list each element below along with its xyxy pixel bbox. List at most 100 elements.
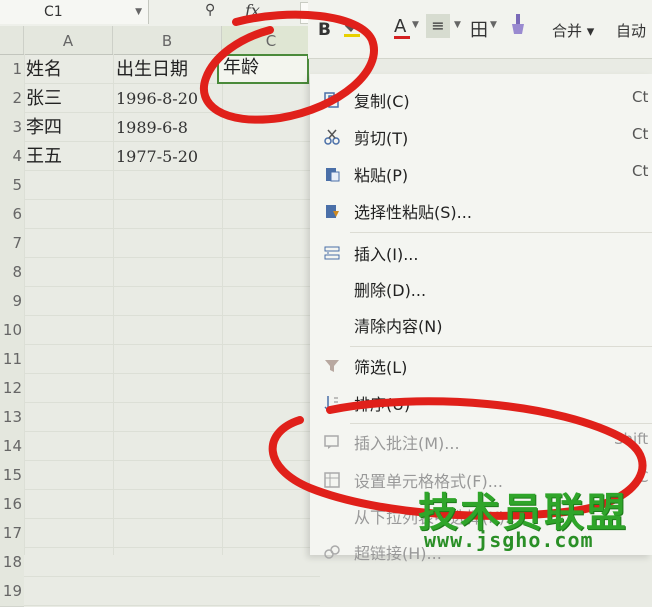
menu-item-paste-special[interactable]: 选择性粘贴(S)... [310, 193, 652, 229]
grid-line [24, 402, 320, 403]
row-header-10[interactable]: 10 [0, 316, 24, 346]
cell-b3[interactable]: 1989-6-8 [116, 114, 220, 142]
menu-item-label: 选择性粘贴(S)... [354, 203, 472, 222]
copy-icon [324, 92, 340, 108]
row-header-7[interactable]: 7 [0, 229, 24, 259]
menu-item-copy[interactable]: 复制(C) Ct [310, 82, 652, 118]
menu-item-shortcut: C [638, 468, 649, 486]
auto-wrap-button[interactable]: 自动 [616, 20, 646, 41]
menu-item-shortcut: Ct [632, 88, 649, 106]
filter-icon [324, 358, 340, 374]
grid-line [24, 489, 320, 490]
bold-button[interactable]: B [318, 20, 331, 40]
menu-item-clear-contents[interactable]: 清除内容(N) [310, 307, 652, 343]
menu-item-delete[interactable]: 删除(D)... [310, 271, 652, 307]
menu-item-insert-comment[interactable]: 插入批注(M)... Shift [310, 424, 652, 460]
grid-line [24, 518, 320, 519]
menu-item-label: 复制(C) [354, 92, 410, 111]
grid-line [24, 199, 320, 200]
cell-c1[interactable]: 年龄 [217, 54, 309, 84]
row-header-3[interactable]: 3 [0, 113, 24, 143]
row-header-1[interactable]: 1 [0, 55, 24, 85]
comment-icon [324, 434, 340, 450]
menu-separator [350, 232, 652, 233]
format-painter-icon[interactable] [510, 14, 526, 36]
menu-item-insert[interactable]: 插入(I)... [310, 235, 652, 271]
row-header-14[interactable]: 14 [0, 432, 24, 462]
align-center-icon[interactable]: ≡ [426, 14, 450, 38]
chevron-down-icon[interactable]: ▼ [490, 20, 497, 30]
cell-b2[interactable]: 1996-8-20 [116, 85, 220, 113]
name-box-dropdown-icon[interactable]: ▼ [135, 0, 142, 24]
cell-a4[interactable]: 王五 [26, 143, 112, 171]
grid-line [24, 431, 320, 432]
menu-item-label: 排序(U) [354, 395, 411, 414]
grid-line [24, 286, 320, 287]
row-header-18[interactable]: 18 [0, 548, 24, 578]
row-header-13[interactable]: 13 [0, 403, 24, 433]
row-header-2[interactable]: 2 [0, 84, 24, 114]
menu-item-label: 插入(I)... [354, 245, 419, 264]
grid-line [222, 54, 223, 555]
row-header-8[interactable]: 8 [0, 258, 24, 288]
row-header-11[interactable]: 11 [0, 345, 24, 375]
row-header-19[interactable]: 19 [0, 577, 24, 607]
menu-item-label: 删除(D)... [354, 281, 427, 300]
row-header-9[interactable]: 9 [0, 287, 24, 317]
cell-a3[interactable]: 李四 [26, 114, 112, 142]
font-color-button[interactable]: A [394, 16, 406, 37]
name-box-value: C1 [44, 4, 63, 20]
merge-button[interactable]: 合并 ▾ [552, 20, 594, 41]
row-header-17[interactable]: 17 [0, 519, 24, 549]
row-header-15[interactable]: 15 [0, 461, 24, 491]
menu-item-cut[interactable]: 剪切(T) Ct [310, 119, 652, 155]
grid-line [24, 547, 320, 548]
link-icon [324, 544, 340, 560]
ribbon-toolbar: B A ▼ ≡ ▼ 田 ▼ 合并 ▾ 自动 [308, 0, 652, 59]
zoom-icon[interactable]: ⚲ [205, 2, 215, 18]
menu-item-shortcut: Ct [632, 125, 649, 143]
cell-b4[interactable]: 1977-5-20 [116, 143, 220, 171]
column-headers: A B C [0, 26, 321, 55]
select-all-corner[interactable] [0, 26, 24, 54]
menu-item-label: 清除内容(N) [354, 317, 443, 336]
row-header-16[interactable]: 16 [0, 490, 24, 520]
menu-item-shortcut: Ct [632, 162, 649, 180]
column-header-a[interactable]: A [24, 26, 113, 54]
grid-line [24, 460, 320, 461]
cell-a2[interactable]: 张三 [26, 85, 112, 113]
chevron-down-icon[interactable]: ▼ [454, 20, 461, 30]
column-header-c[interactable]: C [222, 26, 321, 54]
cell-a1[interactable]: 姓名 [26, 56, 112, 84]
menu-item-paste[interactable]: 粘贴(P) Ct [310, 156, 652, 192]
menu-item-label: 筛选(L) [354, 358, 408, 377]
menu-item-label: 粘贴(P) [354, 166, 409, 185]
fx-icon[interactable]: fx [245, 1, 260, 20]
column-header-b[interactable]: B [113, 26, 222, 54]
border-icon[interactable]: 田 [470, 16, 488, 42]
menu-item-sort[interactable]: 排序(U) [310, 385, 652, 421]
grid-line [24, 257, 320, 258]
cell-b1[interactable]: 出生日期 [116, 56, 220, 84]
sort-icon [324, 395, 340, 412]
row-header-5[interactable]: 5 [0, 171, 24, 201]
grid-line [24, 54, 25, 555]
chevron-down-icon[interactable]: ▼ [412, 20, 419, 30]
row-header-6[interactable]: 6 [0, 200, 24, 230]
merge-label: 合并 [552, 22, 583, 40]
fill-color-icon[interactable] [344, 18, 360, 37]
grid-line [24, 373, 320, 374]
grid-line [24, 228, 320, 229]
grid-line [24, 315, 320, 316]
grid-line [113, 54, 114, 555]
menu-item-label: 插入批注(M)... [354, 434, 460, 453]
row-header-4[interactable]: 4 [0, 142, 24, 172]
menu-item-shortcut: Shift [614, 430, 649, 448]
menu-item-label: 剪切(T) [354, 129, 409, 148]
row-header-12[interactable]: 12 [0, 374, 24, 404]
font-color-swatch [394, 36, 410, 39]
paste-icon [324, 166, 340, 182]
menu-item-filter[interactable]: 筛选(L) [310, 348, 652, 384]
paste-special-icon [324, 203, 340, 219]
name-box[interactable]: C1 ▼ [0, 0, 149, 24]
